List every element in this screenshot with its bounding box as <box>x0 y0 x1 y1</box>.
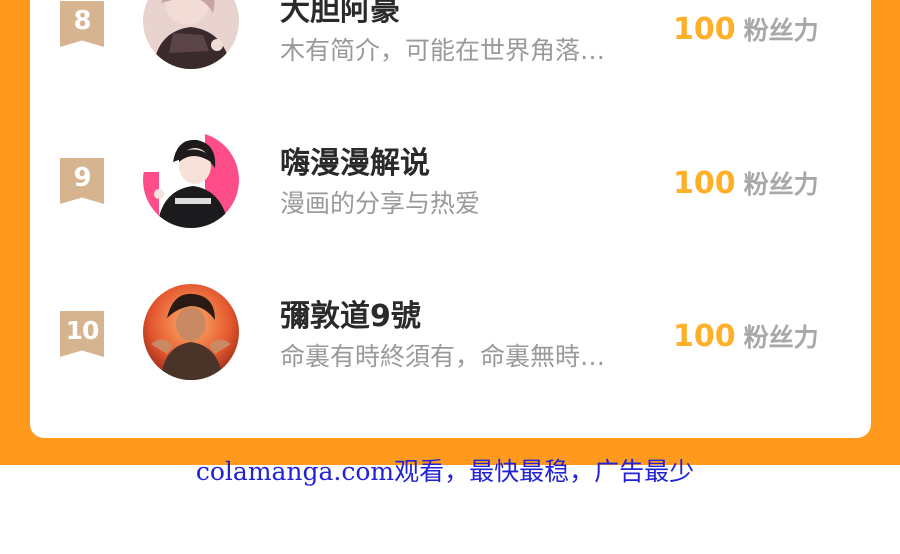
fan-power-value: 100 <box>673 319 736 354</box>
fan-power-value: 100 <box>673 12 736 47</box>
avatar-anime-boy-icon[interactable] <box>143 0 239 69</box>
user-description: 漫画的分享与热爱 <box>280 189 481 218</box>
rank-badge: 9 <box>60 158 104 204</box>
fan-power: 100 粉丝力 <box>673 319 819 359</box>
user-name[interactable]: 嗨漫漫解说 <box>280 146 430 182</box>
fan-power: 100 粉丝力 <box>673 166 819 206</box>
fan-power-unit: 粉丝力 <box>743 170 819 199</box>
user-name[interactable]: 大胆阿豪 <box>280 0 400 29</box>
ranking-row-8[interactable]: 8 大胆阿豪 木有简介，可能在世界角落… 100 粉丝力 <box>30 0 871 73</box>
rank-badge: 10 <box>60 311 104 357</box>
user-description: 木有简介，可能在世界角落… <box>280 36 606 65</box>
site-watermark-link[interactable]: colamanga.com观看，最快最稳，广告最少 <box>0 450 890 494</box>
fan-power: 100 粉丝力 <box>673 12 819 52</box>
user-name[interactable]: 彌敦道9號 <box>280 299 421 335</box>
user-description: 命裏有時終須有，命裏無時… <box>280 342 606 371</box>
fan-ranking-card: 8 大胆阿豪 木有简介，可能在世界角落… 100 粉丝力 9 嗨漫漫解说 漫画的… <box>30 0 871 438</box>
ranking-row-9[interactable]: 9 嗨漫漫解说 漫画的分享与热爱 100 粉丝力 <box>30 130 871 230</box>
ranking-row-10[interactable]: 10 彌敦道9號 命裏有時終須有，命裏無時… 100 粉丝力 <box>30 283 871 383</box>
fan-power-unit: 粉丝力 <box>743 323 819 352</box>
fan-power-value: 100 <box>673 166 736 201</box>
fan-power-unit: 粉丝力 <box>743 16 819 45</box>
rank-badge: 8 <box>60 1 104 47</box>
avatar-anime-girl-icon[interactable] <box>143 132 239 228</box>
avatar-photo-man-icon[interactable] <box>143 284 239 380</box>
